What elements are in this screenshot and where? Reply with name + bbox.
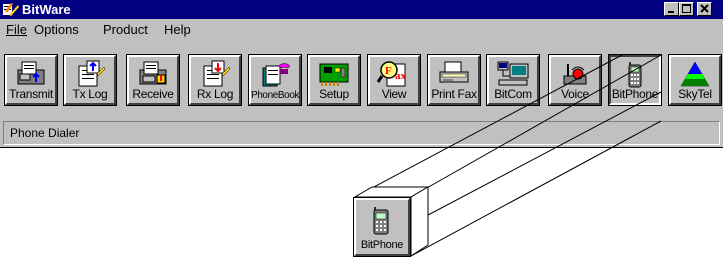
bitphone-callout-label: BitPhone bbox=[360, 239, 404, 251]
bitphone-callout-button: BitPhone bbox=[353, 197, 411, 257]
cell-phone-icon bbox=[373, 207, 389, 235]
